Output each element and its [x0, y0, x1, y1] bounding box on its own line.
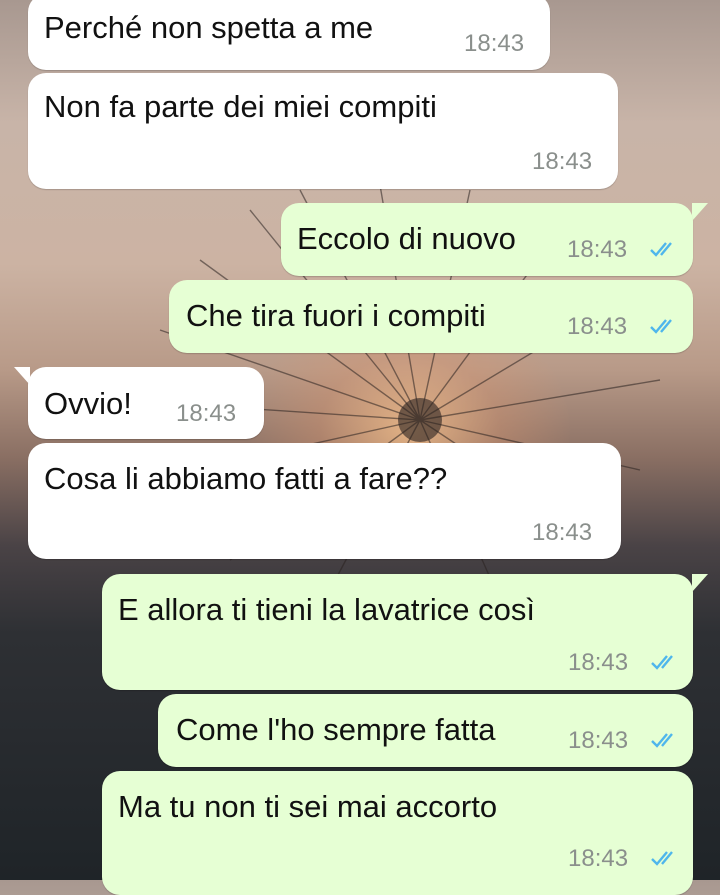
incoming-message[interactable]: Cosa li abbiamo fatti a fare?? 18:43 — [28, 443, 621, 559]
double-check-icon — [650, 319, 672, 334]
message-text: Cosa li abbiamo fatti a fare?? — [44, 461, 448, 496]
message-time: 18:43 — [532, 519, 593, 546]
outgoing-message[interactable]: Come l'ho sempre fatta 18:43 — [158, 694, 693, 767]
incoming-message[interactable]: Perché non spetta a me 18:43 — [28, 0, 550, 70]
message-text: Eccolo di nuovo — [297, 221, 516, 256]
outgoing-message[interactable]: E allora ti tieni la lavatrice così 18:4… — [102, 574, 693, 690]
message-text: Come l'ho sempre fatta — [176, 712, 496, 747]
double-check-icon — [651, 851, 673, 866]
message-time: 18:43 — [532, 148, 593, 175]
message-time: 18:43 — [568, 727, 629, 754]
outgoing-message[interactable]: Ma tu non ti sei mai accorto 18:43 — [102, 771, 693, 895]
message-text: Non fa parte dei miei compiti — [44, 89, 437, 124]
double-check-icon — [651, 733, 673, 748]
message-text: Che tira fuori i compiti — [186, 298, 486, 333]
incoming-message[interactable]: Ovvio! 18:43 — [28, 367, 264, 439]
message-time: 18:43 — [464, 30, 525, 57]
message-time: 18:43 — [568, 649, 629, 676]
double-check-icon — [650, 242, 672, 257]
message-text: E allora ti tieni la lavatrice così — [118, 592, 535, 627]
bubble-tail — [692, 574, 708, 592]
outgoing-message[interactable]: Che tira fuori i compiti 18:43 — [169, 280, 693, 353]
message-text: Ovvio! — [44, 386, 132, 421]
outgoing-message[interactable]: Eccolo di nuovo 18:43 — [281, 203, 693, 276]
double-check-icon — [651, 655, 673, 670]
message-time: 18:43 — [568, 845, 629, 872]
message-time: 18:43 — [176, 400, 237, 427]
incoming-message[interactable]: Non fa parte dei miei compiti 18:43 — [28, 73, 618, 189]
message-time: 18:43 — [567, 313, 628, 340]
message-time: 18:43 — [567, 236, 628, 263]
message-text: Perché non spetta a me — [44, 10, 374, 45]
bubble-tail — [692, 203, 708, 221]
message-text: Ma tu non ti sei mai accorto — [118, 789, 498, 824]
